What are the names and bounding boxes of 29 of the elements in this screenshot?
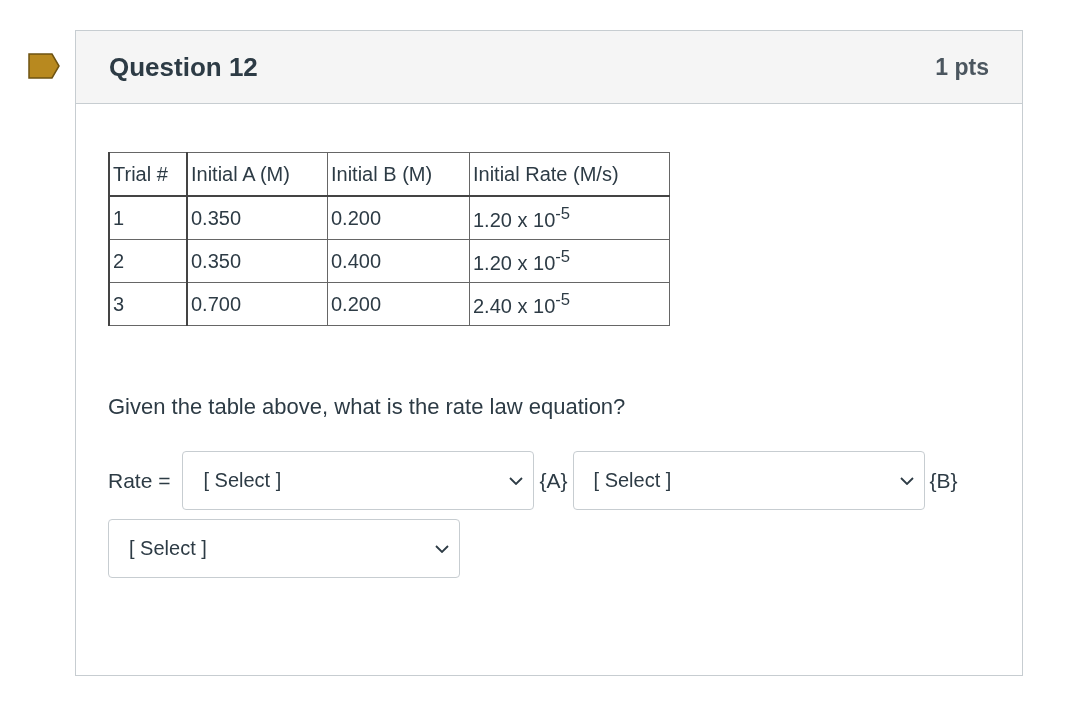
table-cell: 0.400 bbox=[327, 239, 470, 283]
answer-label: {B} bbox=[929, 468, 958, 493]
bookmark-flag-icon bbox=[28, 53, 60, 79]
table-cell: 1 bbox=[109, 196, 187, 240]
table-cell: 3 bbox=[109, 282, 187, 326]
table-header-cell: Initial B (M) bbox=[327, 152, 470, 196]
table-cell: 1.20 x 10$^{-5}$ bbox=[469, 239, 670, 283]
table-cell: 2 bbox=[109, 239, 187, 283]
points-label: 1 pts bbox=[935, 53, 989, 81]
table-header-cell: Initial Rate (M/s) bbox=[469, 152, 670, 196]
chevron-down-icon bbox=[899, 476, 914, 485]
answer-label: {A} bbox=[539, 468, 568, 493]
answer-label: Rate = bbox=[108, 468, 171, 493]
table-cell: 0.700 bbox=[187, 282, 328, 326]
table-cell: 1.20 x 10$^{-5}$ bbox=[469, 196, 670, 240]
table-cell: 0.350 bbox=[187, 239, 328, 283]
dropdown-select[interactable]: [ Select ] bbox=[182, 451, 535, 510]
table-header-cell: Trial # bbox=[109, 152, 187, 196]
chevron-down-icon bbox=[509, 476, 524, 485]
chevron-down-icon bbox=[435, 544, 449, 553]
dropdown-select[interactable]: [ Select ] bbox=[572, 451, 925, 510]
table-header-cell: Initial A (M) bbox=[187, 152, 328, 196]
table-cell: 0.200 bbox=[327, 196, 470, 240]
table-cell: 0.200 bbox=[327, 282, 470, 326]
table-cell: 0.350 bbox=[187, 196, 328, 240]
table-cell: 2.40 x 10$^{-5}$ bbox=[469, 282, 670, 326]
question-title: Question 12 bbox=[109, 51, 258, 83]
dropdown-select[interactable]: [ Select ] bbox=[108, 519, 460, 578]
question-text: Given the table above, what is the rate law equation? bbox=[108, 393, 627, 421]
